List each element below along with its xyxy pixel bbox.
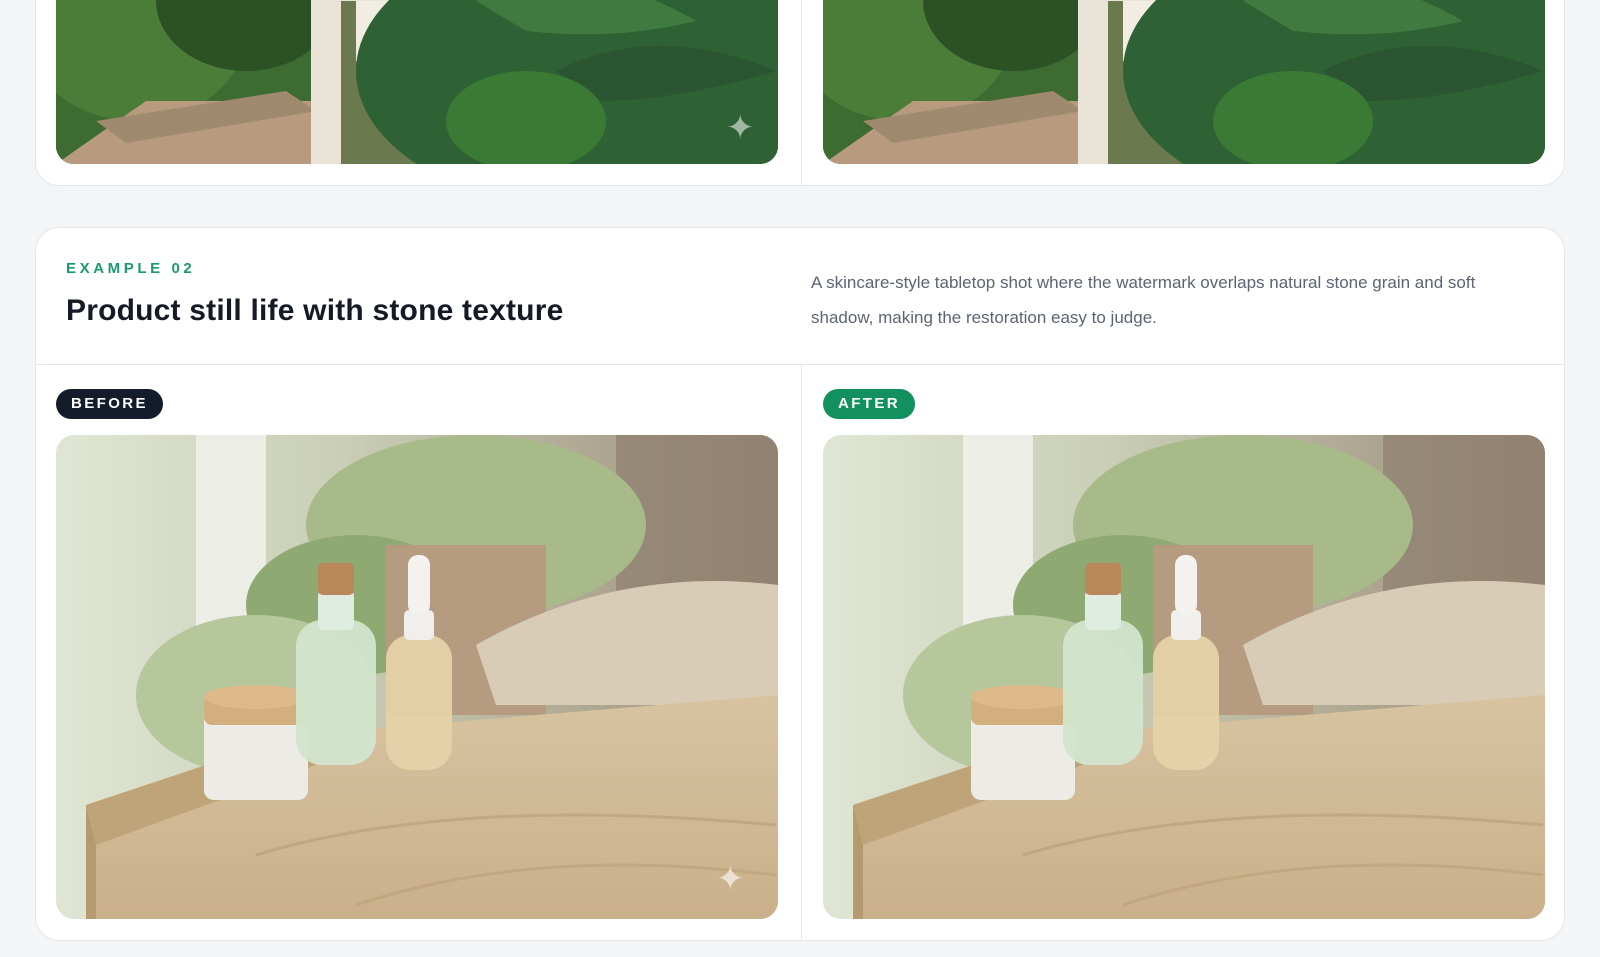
- column-divider: [801, 365, 802, 940]
- example-description: A skincare-style tabletop shot where the…: [811, 273, 1476, 327]
- after-image-skincare: [823, 435, 1545, 919]
- example-card-02: EXAMPLE 02 Product still life with stone…: [35, 227, 1565, 941]
- before-badge: BEFORE: [56, 389, 163, 419]
- example-title: Product still life with stone texture: [66, 294, 564, 327]
- page: ✦ EXAMPLE 02 Product still life with sto…: [0, 0, 1600, 957]
- after-image-garden: [823, 0, 1545, 164]
- before-image-skincare: ✦: [56, 435, 778, 919]
- example-eyebrow: EXAMPLE 02: [66, 260, 196, 277]
- after-badge: AFTER: [823, 389, 915, 419]
- example-header: EXAMPLE 02 Product still life with stone…: [36, 228, 1564, 365]
- column-divider: [801, 0, 802, 185]
- before-image-garden: ✦: [56, 0, 778, 164]
- example-card-01: ✦: [35, 0, 1565, 186]
- svg-text:✦: ✦: [726, 108, 755, 148]
- svg-text:✦: ✦: [716, 859, 745, 899]
